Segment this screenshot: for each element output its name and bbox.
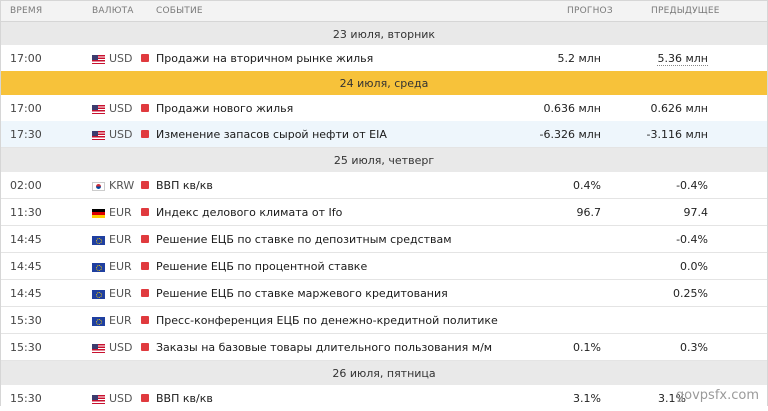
- importance-icon: [141, 130, 149, 138]
- date-separator: 25 июля, четверг: [1, 148, 767, 175]
- event-time: 15:30: [10, 314, 42, 327]
- us-flag-icon: [92, 105, 105, 114]
- table-row[interactable]: 14:45 EUR Решение ЕЦБ по ставке маржевог…: [1, 280, 767, 307]
- us-flag-icon: [92, 55, 105, 64]
- watermark: govpsfx.com: [675, 388, 759, 403]
- event-time: 14:45: [10, 233, 42, 246]
- event-time: 17:30: [10, 128, 42, 141]
- event-name[interactable]: ВВП кв/кв: [156, 179, 213, 192]
- event-time: 17:00: [10, 52, 42, 65]
- currency-code: USD: [109, 392, 133, 405]
- previous-value: -0.4%: [676, 233, 708, 246]
- previous-value: 0.0%: [680, 260, 708, 273]
- currency-code: EUR: [109, 314, 132, 327]
- table-header: ВРЕМЯ ВАЛЮТА СОБЫТИЕ ПРОГНОЗ ПРЕДЫДУЩЕЕ: [1, 1, 767, 22]
- previous-value[interactable]: 5.36 млн: [616, 52, 708, 66]
- previous-value-revised[interactable]: 5.36 млн: [657, 52, 708, 66]
- kr-flag-icon: [92, 182, 105, 191]
- importance-icon: [141, 208, 149, 216]
- event-time: 14:45: [10, 287, 42, 300]
- previous-value: 0.3%: [680, 341, 708, 354]
- forecast-value: 0.1%: [573, 341, 601, 354]
- event-time: 02:00: [10, 179, 42, 192]
- date-separator: 26 июля, пятница: [1, 361, 767, 388]
- previous-value: 0.626 млн: [650, 102, 708, 115]
- us-flag-icon: [92, 131, 105, 140]
- importance-icon: [141, 54, 149, 62]
- importance-icon: [141, 343, 149, 351]
- event-name[interactable]: Индекс делового климата от Ifo: [156, 206, 342, 219]
- forecast-value: 0.4%: [573, 179, 601, 192]
- column-header-forecast[interactable]: ПРОГНОЗ: [567, 6, 613, 16]
- previous-value: 97.4: [683, 206, 709, 219]
- table-row[interactable]: 17:00 USD Продажи нового жилья 0.636 млн…: [1, 95, 767, 122]
- forecast-value: 5.2 млн: [557, 52, 601, 65]
- event-name[interactable]: Решение ЕЦБ по ставке маржевого кредитов…: [156, 287, 448, 300]
- importance-icon: [141, 316, 149, 324]
- date-separator-today: 24 июля, среда: [1, 71, 767, 98]
- eu-flag-icon: [92, 290, 105, 299]
- previous-value: -3.116 млн: [646, 128, 708, 141]
- importance-icon: [141, 104, 149, 112]
- event-name[interactable]: Заказы на базовые товары длительного пол…: [156, 341, 492, 354]
- currency-code: EUR: [109, 233, 132, 246]
- table-row[interactable]: 15:30 USD ВВП кв/кв 3.1% 3.1%: [1, 385, 767, 411]
- previous-value: 0.25%: [673, 287, 708, 300]
- forecast-value: 0.636 млн: [543, 102, 601, 115]
- importance-icon: [141, 235, 149, 243]
- event-time: 14:45: [10, 260, 42, 273]
- event-name[interactable]: Продажи нового жилья: [156, 102, 293, 115]
- forecast-value: -6.326 млн: [539, 128, 601, 141]
- currency-code: EUR: [109, 206, 132, 219]
- event-name[interactable]: Продажи на вторичном рынке жилья: [156, 52, 373, 65]
- currency-code: EUR: [109, 260, 132, 273]
- column-header-previous[interactable]: ПРЕДЫДУЩЕЕ: [651, 6, 720, 16]
- economic-calendar: ВРЕМЯ ВАЛЮТА СОБЫТИЕ ПРОГНОЗ ПРЕДЫДУЩЕЕ …: [0, 0, 768, 411]
- column-header-event[interactable]: СОБЫТИЕ: [156, 6, 203, 16]
- importance-icon: [141, 262, 149, 270]
- currency-code: USD: [109, 341, 133, 354]
- currency-code: USD: [109, 128, 133, 141]
- us-flag-icon: [92, 344, 105, 353]
- event-time: 15:30: [10, 341, 42, 354]
- eu-flag-icon: [92, 236, 105, 245]
- currency-code: USD: [109, 102, 133, 115]
- currency-code: KRW: [109, 179, 135, 192]
- table-row[interactable]: 14:45 EUR Решение ЕЦБ по ставке по депоз…: [1, 226, 767, 253]
- event-name[interactable]: Решение ЕЦБ по ставке по депозитным сред…: [156, 233, 452, 246]
- event-name[interactable]: ВВП кв/кв: [156, 392, 213, 405]
- currency-code: USD: [109, 52, 133, 65]
- event-name[interactable]: Решение ЕЦБ по процентной ставке: [156, 260, 367, 273]
- importance-icon: [141, 289, 149, 297]
- forecast-value: 3.1%: [573, 392, 601, 405]
- previous-value: -0.4%: [676, 179, 708, 192]
- currency-code: EUR: [109, 287, 132, 300]
- column-header-currency[interactable]: ВАЛЮТА: [92, 6, 134, 16]
- forecast-value: 96.7: [576, 206, 602, 219]
- importance-icon: [141, 181, 149, 189]
- table-row[interactable]: 17:00 USD Продажи на вторичном рынке жил…: [1, 45, 767, 72]
- event-name[interactable]: Изменение запасов сырой нефти от EIA: [156, 128, 387, 141]
- us-flag-icon: [92, 395, 105, 404]
- table-row[interactable]: 15:30 EUR Пресс-конференция ЕЦБ по денеж…: [1, 307, 767, 334]
- event-time: 11:30: [10, 206, 42, 219]
- column-header-time[interactable]: ВРЕМЯ: [10, 6, 42, 16]
- eu-flag-icon: [92, 317, 105, 326]
- table-row[interactable]: 11:30 EUR Индекс делового климата от Ifo…: [1, 199, 767, 226]
- table-row[interactable]: 14:45 EUR Решение ЕЦБ по процентной став…: [1, 253, 767, 280]
- table-row[interactable]: 15:30 USD Заказы на базовые товары длите…: [1, 334, 767, 361]
- event-name[interactable]: Пресс-конференция ЕЦБ по денежно-кредитн…: [156, 314, 498, 327]
- event-time: 15:30: [10, 392, 42, 405]
- table-row[interactable]: 17:30 USD Изменение запасов сырой нефти …: [1, 121, 767, 148]
- de-flag-icon: [92, 209, 105, 218]
- eu-flag-icon: [92, 263, 105, 272]
- importance-icon: [141, 394, 149, 402]
- table-row[interactable]: 02:00 KRW ВВП кв/кв 0.4% -0.4%: [1, 172, 767, 199]
- event-time: 17:00: [10, 102, 42, 115]
